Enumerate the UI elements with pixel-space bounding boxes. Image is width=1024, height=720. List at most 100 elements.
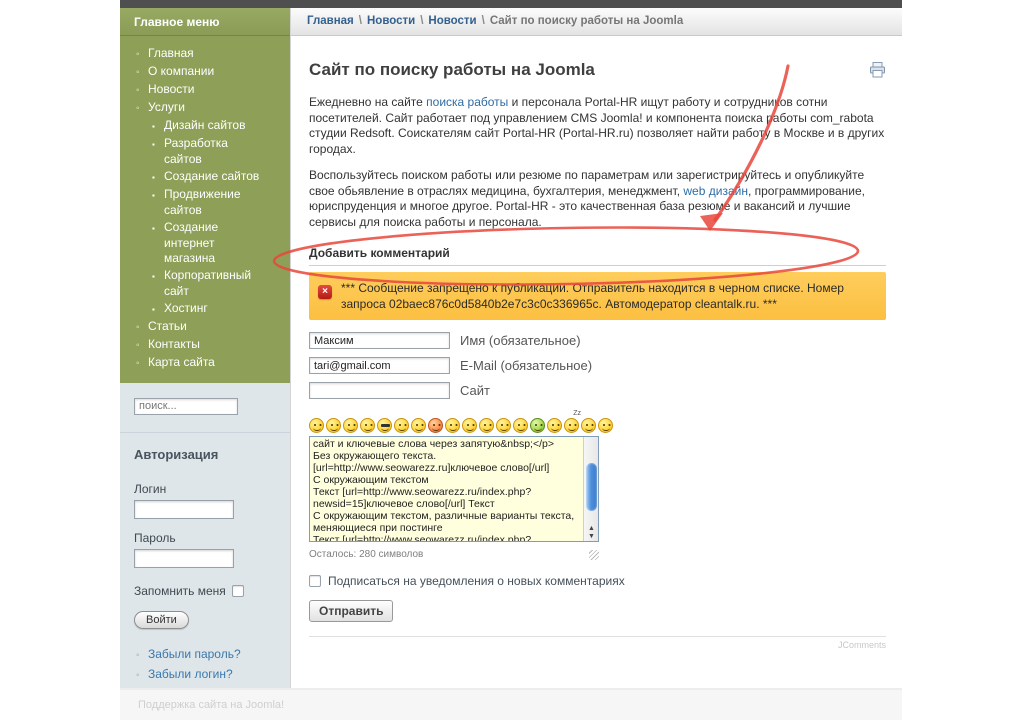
breadcrumb-separator: \ xyxy=(415,15,428,27)
site-container: Главное меню ◦Главная◦О компании◦Новости… xyxy=(120,0,902,720)
sidebar-item-label[interactable]: Контакты xyxy=(148,337,200,351)
comment-site-label: Сайт xyxy=(460,383,490,398)
textarea-scrollbar[interactable]: ▲▼ xyxy=(583,437,598,541)
sidebar-item[interactable]: ▪Создание интернет магазина xyxy=(120,220,278,266)
comment-name-label: Имя (обязательное) xyxy=(460,333,581,348)
comment-email-label: E-Mail (обязательное) xyxy=(460,358,592,373)
breadcrumb-link[interactable]: Новости xyxy=(367,15,415,27)
error-x-icon: × xyxy=(318,285,332,299)
smiley-toolbar: Zz xyxy=(309,413,886,433)
sidebar-item-label[interactable]: Статьи xyxy=(148,319,187,333)
auth-link[interactable]: Забыли пароль? xyxy=(148,647,241,661)
resize-grip-icon[interactable] xyxy=(589,550,599,560)
square-bullet-icon: ▪ xyxy=(152,302,164,317)
smiley-whistle-icon[interactable] xyxy=(411,418,426,433)
main-column: Главная\Новости\Новости\Сайт по поиску р… xyxy=(290,8,902,688)
inline-link[interactable]: web дизайн xyxy=(683,184,748,198)
footer-link[interactable]: Поддержка сайта на Joomla! xyxy=(138,699,284,711)
sidebar-item[interactable]: ▪Корпоративный сайт xyxy=(120,268,278,299)
sidebar-item-label[interactable]: Разработка сайтов xyxy=(164,136,228,166)
sidebar-item[interactable]: ◦Новости xyxy=(120,82,282,98)
sidebar-item[interactable]: ▪Продвижение сайтов xyxy=(120,187,278,218)
comment-email-input[interactable] xyxy=(309,357,450,374)
smiley-happy-icon[interactable] xyxy=(598,418,613,433)
square-bullet-icon: ▪ xyxy=(152,188,164,203)
auth-link[interactable]: Забыли логин? xyxy=(148,667,233,681)
remember-me-checkbox[interactable] xyxy=(232,585,244,597)
comment-textarea[interactable]: сайт и ключевые слова через запятую&nbsp… xyxy=(309,436,599,542)
top-bar xyxy=(120,0,902,8)
sidebar-item-label[interactable]: Продвижение сайтов xyxy=(164,187,241,217)
smiley-shocked-icon[interactable] xyxy=(547,418,562,433)
sidebar-item-label[interactable]: Главная xyxy=(148,46,194,60)
sidebar-item[interactable]: ▪Дизайн сайтов xyxy=(120,118,278,134)
sidebar-item[interactable]: ◦Главная xyxy=(120,46,282,62)
sidebar-item[interactable]: ◦О компании xyxy=(120,64,282,80)
smiley-tongue-icon[interactable] xyxy=(581,418,596,433)
sidebar-item[interactable]: ▪Разработка сайтов xyxy=(120,136,278,167)
sidebar: Главное меню ◦Главная◦О компании◦Новости… xyxy=(120,8,290,688)
breadcrumb-link[interactable]: Главная xyxy=(307,15,354,27)
sidebar-item-label[interactable]: Создание сайтов xyxy=(164,169,259,183)
login-module-title: Авторизация xyxy=(134,447,276,462)
breadcrumb-link[interactable]: Новости xyxy=(428,15,476,27)
auth-link-item[interactable]: ◦Регистрация xyxy=(134,685,276,688)
smiley-grin-icon[interactable] xyxy=(326,418,341,433)
smiley-smirk-icon[interactable] xyxy=(360,418,375,433)
breadcrumb: Главная\Новости\Новости\Сайт по поиску р… xyxy=(291,8,902,36)
square-bullet-icon: ▪ xyxy=(152,269,164,284)
smiley-surprised-icon[interactable] xyxy=(479,418,494,433)
print-icon[interactable] xyxy=(869,62,886,83)
inline-link[interactable]: поиска работы xyxy=(426,95,508,109)
chars-remaining-label: Осталось: 280 символов xyxy=(309,549,423,560)
main-menu-title: Главное меню xyxy=(120,8,290,36)
auth-link[interactable]: Регистрация xyxy=(148,687,218,688)
subscribe-checkbox[interactable] xyxy=(309,575,321,587)
sidebar-item[interactable]: ◦Услуги xyxy=(120,100,282,116)
sidebar-item-label[interactable]: Корпоративный сайт xyxy=(164,268,251,298)
sidebar-item[interactable]: ◦Статьи xyxy=(120,319,282,335)
sidebar-item-label[interactable]: Услуги xyxy=(148,100,185,114)
password-input[interactable] xyxy=(134,549,234,568)
article-paragraph-1: Ежедневно на сайте поиска работы и персо… xyxy=(309,95,886,157)
smiley-cool-icon[interactable] xyxy=(377,418,392,433)
sidebar-lower: Авторизация Логин Пароль Запомнить меня … xyxy=(120,383,290,688)
sidebar-item-label[interactable]: Создание интернет магазина xyxy=(164,220,218,265)
smiley-blink-icon[interactable] xyxy=(513,418,528,433)
scrollbar-arrows[interactable]: ▲▼ xyxy=(584,525,599,541)
sidebar-item[interactable]: ◦Контакты xyxy=(120,337,282,353)
sidebar-item-label[interactable]: Дизайн сайтов xyxy=(164,118,245,132)
sidebar-item[interactable]: ▪Создание сайтов xyxy=(120,169,278,185)
password-label: Пароль xyxy=(134,531,276,545)
circle-bullet-icon: ◦ xyxy=(136,47,148,62)
submit-comment-button[interactable]: Отправить xyxy=(309,600,393,622)
square-bullet-icon: ▪ xyxy=(152,119,164,134)
smiley-smile-icon[interactable] xyxy=(343,418,358,433)
smiley-angry-icon[interactable] xyxy=(428,418,443,433)
circle-bullet-icon: ◦ xyxy=(136,646,148,665)
sidebar-item-label[interactable]: Новости xyxy=(148,82,194,96)
smiley-sleepy-icon[interactable]: Zz xyxy=(564,418,579,433)
sidebar-item[interactable]: ▪Хостинг xyxy=(120,301,278,317)
sidebar-item[interactable]: ◦Карта сайта xyxy=(120,355,282,371)
sidebar-item-label[interactable]: Карта сайта xyxy=(148,355,215,369)
login-button[interactable]: Войти xyxy=(134,611,189,629)
scrollbar-thumb[interactable] xyxy=(586,463,597,511)
square-bullet-icon: ▪ xyxy=(152,137,164,152)
auth-link-item[interactable]: ◦Забыли логин? xyxy=(134,665,276,685)
smiley-rolleyes-icon[interactable] xyxy=(496,418,511,433)
smiley-cry-icon[interactable] xyxy=(462,418,477,433)
comment-name-input[interactable] xyxy=(309,332,450,349)
sidebar-item-label[interactable]: Хостинг xyxy=(164,301,208,315)
auth-link-item[interactable]: ◦Забыли пароль? xyxy=(134,645,276,665)
smiley-neutral-icon[interactable] xyxy=(394,418,409,433)
smiley-laugh-icon[interactable] xyxy=(309,418,324,433)
smiley-confused-icon[interactable] xyxy=(445,418,460,433)
search-input[interactable] xyxy=(134,398,238,415)
circle-bullet-icon: ◦ xyxy=(136,338,148,353)
comment-site-input[interactable] xyxy=(309,382,450,399)
sidebar-item-label[interactable]: О компании xyxy=(148,64,214,78)
login-input[interactable] xyxy=(134,500,234,519)
smiley-sick-icon[interactable] xyxy=(530,418,545,433)
square-bullet-icon: ▪ xyxy=(152,170,164,185)
